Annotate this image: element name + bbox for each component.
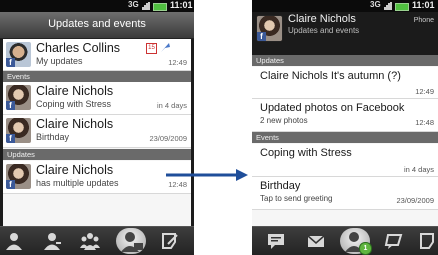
notification-badge: 1 bbox=[359, 242, 372, 255]
tab-call-history[interactable] bbox=[418, 231, 438, 251]
signal-icon bbox=[384, 2, 392, 10]
call-history-icon bbox=[420, 233, 434, 249]
status-time: 11:01 bbox=[412, 0, 435, 10]
contact-subtitle: Updates and events bbox=[288, 26, 360, 35]
contact-name-header: Claire Nichols bbox=[288, 13, 356, 25]
message-icon bbox=[268, 234, 284, 249]
event-date: 23/09/2009 bbox=[396, 196, 434, 205]
section-header-events: Events bbox=[252, 132, 438, 143]
update-title: Updated photos on Facebook bbox=[260, 102, 405, 114]
tab-chat[interactable] bbox=[384, 231, 404, 251]
phone-label[interactable]: Phone bbox=[414, 17, 434, 24]
event-date: in 4 days bbox=[403, 165, 434, 174]
section-header-updates: Updates bbox=[252, 55, 438, 66]
event-subtitle: Tap to send greeting bbox=[260, 194, 333, 203]
contact-avatar: f bbox=[256, 15, 283, 42]
contact-updates-list: Updates Claire Nichols It's autumn (?) 1… bbox=[252, 55, 438, 227]
mail-icon bbox=[307, 235, 325, 247]
chat-icon bbox=[384, 234, 403, 249]
update-time: 12:48 bbox=[415, 118, 434, 127]
update-subtitle: 2 new photos bbox=[260, 116, 308, 125]
list-item-event[interactable]: Coping with Stress in 4 days bbox=[252, 144, 438, 177]
update-title: Claire Nichols It's autumn (?) bbox=[260, 70, 401, 82]
list-item-update[interactable]: Updated photos on Facebook 2 new photos … bbox=[252, 99, 438, 132]
status-bar: 3G 11:01 bbox=[252, 0, 438, 12]
tab-messages[interactable] bbox=[266, 231, 286, 251]
list-item-event[interactable]: Birthday Tap to send greeting 23/09/2009 bbox=[252, 177, 438, 210]
event-title: Birthday bbox=[260, 180, 301, 192]
network-indicator: 3G bbox=[370, 0, 381, 9]
tab-updates[interactable]: 1 bbox=[340, 228, 372, 255]
list-item-update[interactable]: Claire Nichols It's autumn (?) 12:49 bbox=[252, 67, 438, 99]
right-phone-screen: 3G 11:01 f Claire Nichols Updates and ev… bbox=[252, 0, 438, 255]
bottom-tab-bar: 1 bbox=[252, 226, 438, 255]
battery-icon bbox=[395, 3, 409, 11]
event-title: Coping with Stress bbox=[260, 147, 352, 159]
facebook-icon: f bbox=[257, 32, 266, 41]
tab-mail[interactable] bbox=[306, 231, 326, 251]
update-time: 12:49 bbox=[415, 87, 434, 96]
